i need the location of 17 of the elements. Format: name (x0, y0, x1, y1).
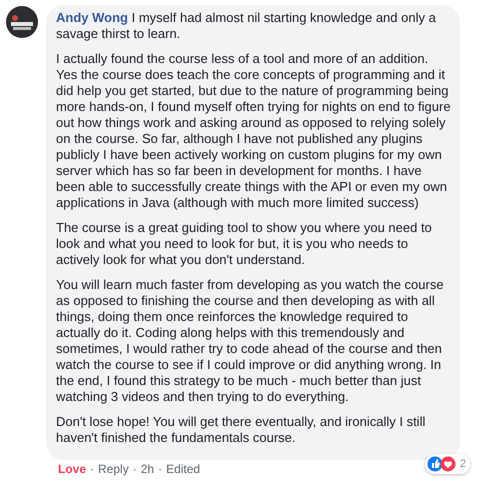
comment-paragraph: Don't lose hope! You will get there eventually, and ironically I still haven't finished the fundamentals course. (56, 414, 426, 446)
separator-dot: · (158, 462, 162, 476)
action-link[interactable]: Reply (98, 462, 129, 476)
author-name[interactable]: Andy Wong (56, 10, 128, 25)
avatar[interactable] (6, 6, 38, 38)
comment-paragraph: The course is a great guiding tool to show you where you need to look and what you need to look for but, it is you who needs to actively look for what you don't understand. (56, 220, 433, 268)
love-link[interactable]: Love (58, 462, 86, 476)
reaction-summary[interactable]: 2 (424, 454, 470, 474)
action-link[interactable]: Edited (166, 462, 200, 476)
timestamp: 2h (140, 462, 154, 476)
comment-paragraph: You will learn much faster from developing as you watch the course as opposed to finishing the course and then developing as with all things, doing them once reinforces the knowledge required to actually do it. Coding along helps with this tremendously and sometimes, I would rather try to code ahead of the course and then watch the course to see if I could improve or did anything wrong. In the end, I found this strategy to be much - much better than just watching 3 videos and then trying to do everything. (56, 277, 445, 405)
comment-text: Andy Wong I myself had almost nil starting knowledge and only a savage thirst to learn. (56, 10, 437, 42)
separator-dot: · (132, 462, 137, 476)
reaction-icons (426, 456, 457, 472)
comment-paragraph: I actually found the course less of a tool and more of an addition. Yes the course does teach the core concepts of programming and it did help you get started, but due to the nature of programming being more hands-on, I found myself often trying for nights on end to figure out how things work and asking around as opposed to relying solely on the course. So far, although I have not published any plugins publicly I have been actively working on custom plugins for my own server which has so far been in development for months. I have been able to successfully create things with the API or even my own applications in Java (although with much more limited success) (56, 51, 452, 211)
reaction-count: 2 (460, 456, 466, 472)
separator-dot: · (90, 462, 94, 476)
